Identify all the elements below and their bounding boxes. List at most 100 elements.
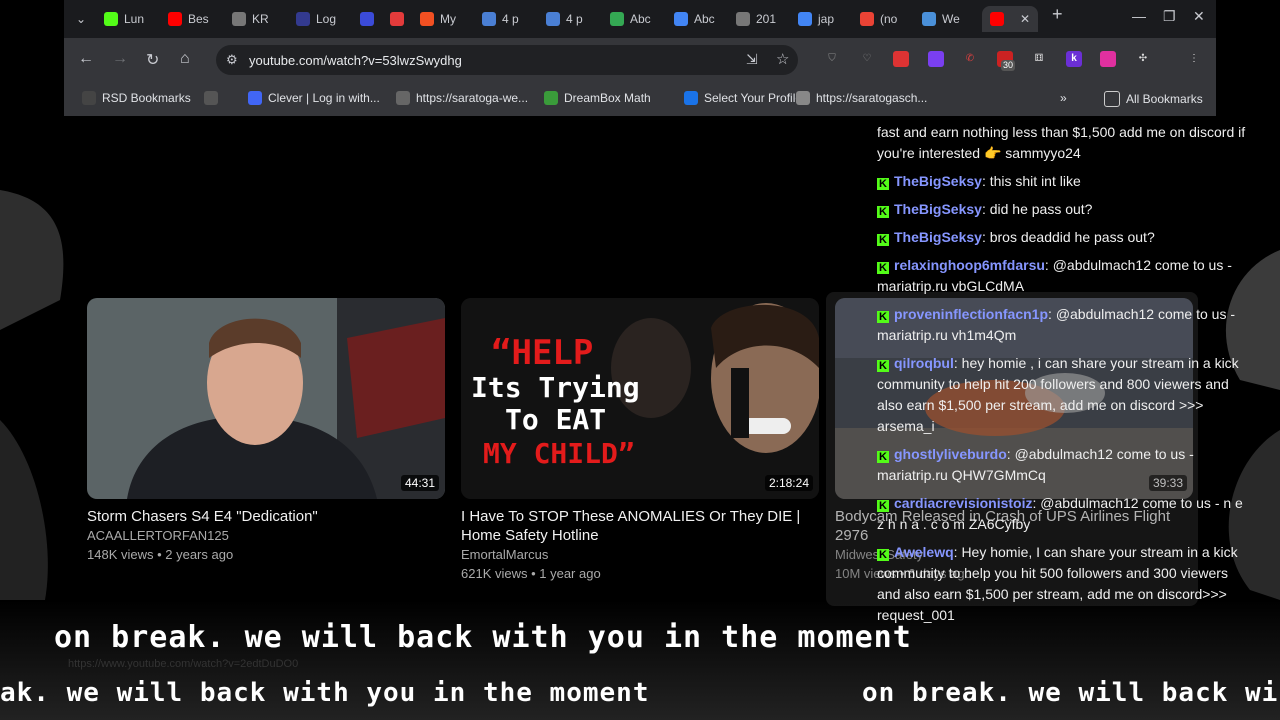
all-bookmarks-button[interactable]: All Bookmarks <box>1104 91 1203 107</box>
folder-icon <box>82 91 96 105</box>
extension-badge-count: 30 <box>1001 60 1016 71</box>
bookmark-item[interactable]: Select Your Profile <box>684 91 802 105</box>
tab[interactable]: 4 p <box>482 6 519 32</box>
video-thumbnail[interactable]: 44:31 <box>87 298 445 499</box>
video-card[interactable]: “HELP Its Trying To EAT MY CHILD” 2:18:2… <box>461 298 819 583</box>
video-thumbnail[interactable]: “HELP Its Trying To EAT MY CHILD” 2:18:2… <box>461 298 819 499</box>
extension-phone-icon[interactable]: ✆ <box>962 51 978 67</box>
extension-grid-icon[interactable]: ⚅ <box>1031 51 1047 67</box>
chat-separator: : <box>981 173 990 189</box>
home-icon[interactable]: ⌂ <box>180 50 190 68</box>
address-url[interactable]: youtube.com/watch?v=53lwzSwydhg <box>249 53 462 68</box>
chat-username[interactable]: relaxinghoop6mfdarsu <box>894 257 1045 273</box>
chat-username[interactable]: TheBigSeksy <box>894 229 982 245</box>
break-ticker-line-2b: on break. we will back wi <box>862 678 1279 708</box>
site-info-icon[interactable]: ⚙ <box>226 52 238 68</box>
tab[interactable]: 4 p <box>546 6 583 32</box>
address-bar[interactable]: ⚙ youtube.com/watch?v=53lwzSwydhg ⇲ ☆ <box>216 45 798 75</box>
bookmark-item[interactable]: https://saratogasch... <box>796 91 927 105</box>
channel-name[interactable]: EmortalMarcus <box>461 545 819 564</box>
extension-red-icon[interactable] <box>893 51 909 67</box>
tab[interactable]: (no <box>860 6 897 32</box>
clever-icon <box>248 91 262 105</box>
chat-username[interactable]: TheBigSeksy <box>894 201 982 217</box>
chat-message: K TheBigSeksy: bros deaddid he pass out? <box>877 227 1249 248</box>
chat-username[interactable]: TheBigSeksy <box>894 173 982 189</box>
bookmark-item[interactable] <box>204 91 224 105</box>
chat-username[interactable]: ghostlyliveburdo <box>894 446 1007 462</box>
check-icon <box>546 12 560 26</box>
kick-badge-icon: K <box>877 500 889 512</box>
tab[interactable]: Abc <box>610 6 651 32</box>
tab[interactable]: ✕ <box>982 6 1039 32</box>
bookmark-label: RSD Bookmarks <box>102 91 191 105</box>
chat-text: this shit int like <box>989 173 1081 189</box>
minimize-icon[interactable]: — <box>1132 8 1146 24</box>
bookmark-item[interactable]: https://saratoga-we... <box>396 91 528 105</box>
tab-label: Abc <box>694 12 715 26</box>
extensions-puzzle-icon[interactable]: ✣ <box>1135 51 1151 67</box>
chat-username[interactable]: proveninflectionfacn1p <box>894 306 1048 322</box>
kick-badge-icon: K <box>877 178 889 190</box>
all-bookmarks-label: All Bookmarks <box>1126 92 1203 106</box>
bookmark-item[interactable]: RSD Bookmarks <box>82 91 191 105</box>
tab[interactable]: jap <box>798 6 834 32</box>
bookmark-item[interactable]: DreamBox Math <box>544 91 651 105</box>
tab-strip: ⌄ Lun Bes KR Log My 4 p4 p Abc Abc 201 jap (no We ✕ … <box>64 0 1216 38</box>
google-icon <box>798 12 812 26</box>
chat-message: K TheBigSeksy: did he pass out? <box>877 199 1249 220</box>
channel-name[interactable]: ACAALLERTORFAN125 <box>87 526 445 545</box>
bookmark-label: Select Your Profile <box>704 91 803 105</box>
new-tab-icon[interactable]: + <box>1052 4 1063 25</box>
tab[interactable] <box>390 6 410 32</box>
tab[interactable]: Lun <box>104 6 144 32</box>
microsoft-icon <box>420 12 434 26</box>
reload-icon[interactable]: ↻ <box>146 50 159 70</box>
youtube-icon <box>990 12 1004 26</box>
extension-k-icon[interactable]: k <box>1066 51 1082 67</box>
chat-separator: : <box>981 201 990 217</box>
tab[interactable] <box>360 6 380 32</box>
tab[interactable]: Log <box>296 6 336 32</box>
video-title[interactable]: Storm Chasers S4 E4 "Dedication" <box>87 507 442 526</box>
extension-purple-icon[interactable] <box>928 51 944 67</box>
extension-badge-icon[interactable]: 30 <box>997 51 1016 71</box>
heart-shield-icon[interactable]: ♡ <box>859 51 875 67</box>
toolbar: ← → ↻ ⌂ ⚙ youtube.com/watch?v=53lwzSwydh… <box>64 38 1216 82</box>
chat-username[interactable]: cardiacrevisionistoiz <box>894 495 1033 511</box>
tab[interactable]: My <box>420 6 456 32</box>
kick-badge-icon: K <box>877 549 889 561</box>
thumbnail-text-eat: To EAT <box>505 403 607 436</box>
bookmarks-overflow-icon[interactable]: » <box>1060 91 1067 105</box>
forward-icon[interactable]: → <box>112 50 128 68</box>
maximize-icon[interactable]: ❐ <box>1163 8 1176 25</box>
bookmark-label: DreamBox Math <box>564 91 651 105</box>
tab[interactable]: Abc <box>674 6 715 32</box>
back-icon[interactable]: ← <box>78 50 94 68</box>
close-window-icon[interactable]: ✕ <box>1193 8 1205 25</box>
thumbnail-text-trying: Its Trying <box>471 371 640 404</box>
stream-chat-overlay: fast and earn nothing less than $1,500 a… <box>871 124 1251 624</box>
close-tab-icon[interactable]: ✕ <box>1020 12 1030 26</box>
bookmark-item[interactable]: Clever | Log in with... <box>248 91 380 105</box>
chat-username[interactable]: qilroqbul <box>894 355 954 371</box>
video-title[interactable]: I Have To STOP These ANOMALIES Or They D… <box>461 507 816 545</box>
extension-pink-icon[interactable] <box>1100 51 1116 67</box>
video-card[interactable]: 44:31 Storm Chasers S4 E4 "Dedication" A… <box>87 298 445 564</box>
thumbnail-portrait-image <box>87 298 445 499</box>
menu-icon[interactable]: ⋮ <box>1186 51 1202 67</box>
tab[interactable]: We <box>922 6 960 32</box>
tab[interactable]: Bes <box>168 6 209 32</box>
kick-badge-icon: K <box>877 206 889 218</box>
youtube-icon <box>168 12 182 26</box>
kick-badge-icon: K <box>877 262 889 274</box>
tab[interactable]: KR <box>232 6 269 32</box>
chat-username[interactable]: Awelewq <box>894 544 954 560</box>
bookmark-star-icon[interactable]: ☆ <box>776 50 789 68</box>
circle-icon <box>390 12 404 26</box>
tab-search-button[interactable]: ⌄ <box>76 6 96 32</box>
install-icon[interactable]: ⇲ <box>746 51 758 68</box>
tab[interactable]: 201 <box>736 6 776 32</box>
shield-icon[interactable]: ⛉ <box>824 51 840 67</box>
apps-icon <box>204 91 218 105</box>
